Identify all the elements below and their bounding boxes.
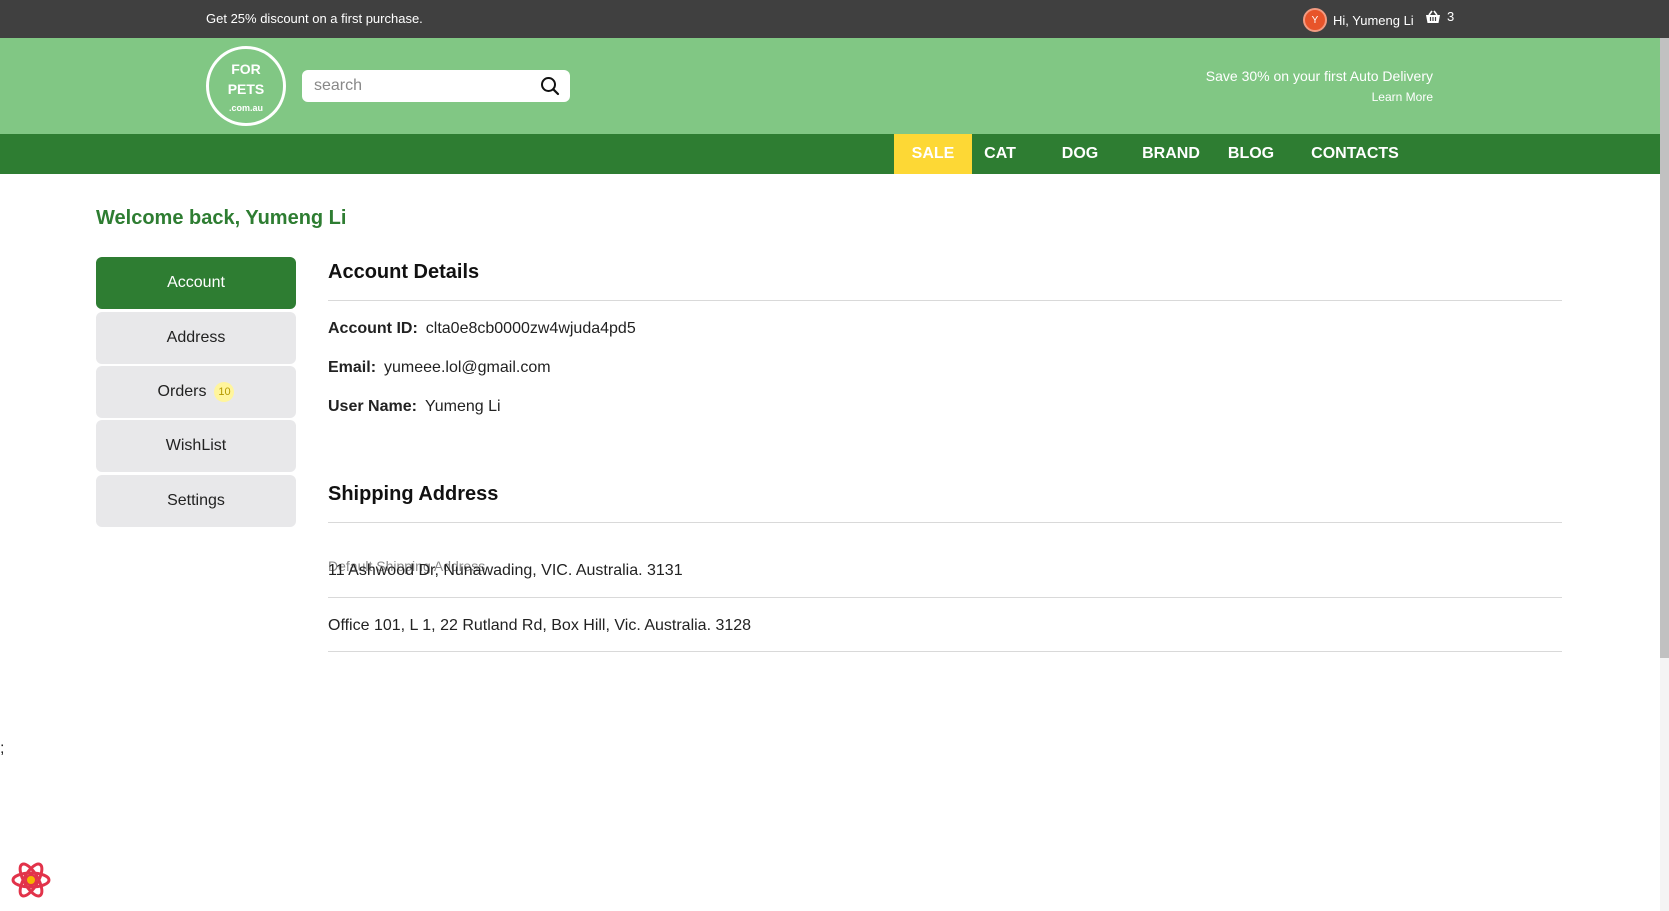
top-announcement-bar: Get 25% discount on a first purchase. Y … (0, 0, 1669, 38)
logo-line-3: .com.au (228, 103, 263, 113)
email-value: yumeee.lol@gmail.com (384, 359, 551, 376)
logo-line-2: PETS (227, 81, 265, 97)
sidebar-item-address[interactable]: Address (96, 312, 296, 364)
orders-count-badge: 10 (214, 382, 235, 402)
nav-dog[interactable]: DOG (1048, 134, 1112, 174)
avatar[interactable]: Y (1303, 8, 1327, 32)
sidebar-item-label: Settings (167, 492, 225, 509)
account-id-value: clta0e8cb0000zw4wjuda4pd5 (425, 320, 636, 337)
shipping-address-title: Shipping Address (328, 483, 499, 505)
sidebar-item-account[interactable]: Account (96, 257, 296, 309)
divider (328, 651, 1562, 652)
email-label: Email: (328, 359, 377, 376)
site-header: FOR PETS .com.au Save 30% on your first … (0, 38, 1660, 134)
search-box (302, 70, 570, 102)
sidebar-item-orders[interactable]: Orders 10 (96, 366, 296, 418)
sidebar-item-label: Account (167, 274, 225, 291)
greeting-text[interactable]: Hi, Yumeng Li (1333, 13, 1414, 28)
shipping-address-2[interactable]: Office 101, L 1, 22 Rutland Rd, Box Hill… (328, 617, 751, 635)
nav-contacts[interactable]: CONTACTS (1300, 134, 1410, 174)
stray-text: ; (0, 740, 5, 757)
react-devtools-icon[interactable] (10, 859, 52, 901)
main-nav: SALE CAT DOG BRAND BLOG CONTACTS (0, 134, 1660, 174)
username-label: User Name: (328, 398, 417, 415)
divider (328, 597, 1562, 598)
nav-cat[interactable]: CAT (972, 134, 1028, 174)
nav-brand[interactable]: BRAND (1126, 134, 1216, 174)
learn-more-link[interactable]: Learn More (1206, 90, 1433, 104)
logo-line-1: FOR (231, 61, 261, 77)
shipping-address-1[interactable]: 11 Ashwood Dr, Nunawading, VIC. Australi… (328, 562, 683, 580)
basket-icon (1426, 10, 1440, 23)
sidebar-item-wishlist[interactable]: WishList (96, 420, 296, 472)
welcome-heading: Welcome back, Yumeng Li (96, 207, 347, 229)
email-row: Email: yumeee.lol@gmail.com (328, 359, 551, 377)
account-id-row: Account ID: clta0e8cb0000zw4wjuda4pd5 (328, 320, 636, 338)
sidebar-item-label: Address (166, 329, 226, 346)
username-value: Yumeng Li (424, 398, 501, 415)
sidebar-item-label: WishList (165, 437, 227, 454)
scrollbar-thumb[interactable] (1660, 38, 1669, 658)
username-row: User Name: Yumeng Li (328, 398, 501, 416)
site-logo[interactable]: FOR PETS .com.au (206, 46, 286, 126)
auto-delivery-text: Save 30% on your first Auto Delivery (1205, 68, 1433, 84)
search-input[interactable] (312, 76, 532, 96)
promo-text: Get 25% discount on a first purchase. (206, 11, 423, 26)
divider (328, 522, 1562, 523)
cart-count: 3 (1447, 9, 1455, 24)
cart-button[interactable]: 3 (1425, 9, 1454, 24)
nav-blog[interactable]: BLOG (1218, 134, 1284, 174)
divider (328, 300, 1562, 301)
search-icon[interactable] (540, 76, 560, 96)
account-id-label: Account ID: (328, 320, 418, 337)
auto-delivery-promo: Save 30% on your first Auto Delivery Lea… (1206, 68, 1433, 104)
nav-sale[interactable]: SALE (894, 134, 972, 174)
sidebar-item-label: Orders (157, 383, 207, 400)
account-details-title: Account Details (328, 261, 480, 283)
user-greeting[interactable]: Y Hi, Yumeng Li (1303, 8, 1414, 32)
sidebar-item-settings[interactable]: Settings (96, 475, 296, 527)
